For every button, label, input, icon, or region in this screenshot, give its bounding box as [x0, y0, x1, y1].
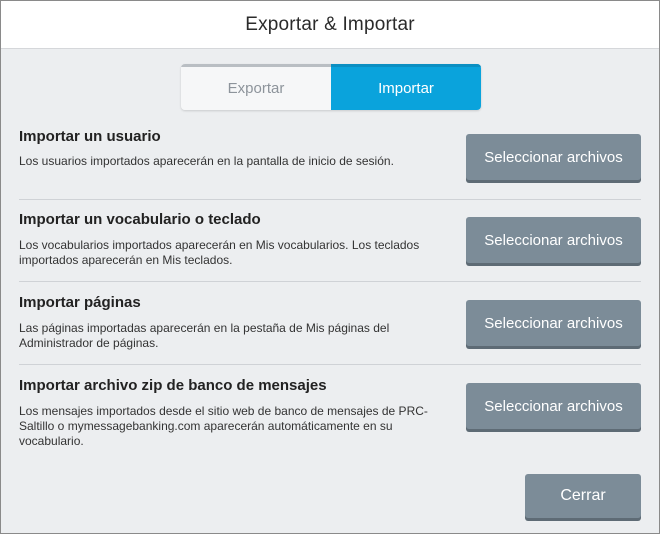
section-title: Importar un vocabulario o teclado [19, 211, 261, 228]
section-divider [19, 364, 641, 365]
section-divider [19, 281, 641, 282]
section-description: Los vocabularios importados aparecerán e… [19, 238, 420, 267]
section-description: Los mensajes importados desde el sitio w… [19, 404, 428, 448]
tab-exportar[interactable]: Exportar [181, 64, 331, 110]
close-button[interactable]: Cerrar [525, 474, 641, 518]
select-files-message-bank-button[interactable]: Seleccionar archivos [466, 383, 641, 429]
section-import-vocabulary: Importar un vocabulario o teclado Los vo… [19, 211, 641, 273]
section-description: Los usuarios importados aparecerán en la… [19, 154, 394, 168]
section-title: Importar páginas [19, 294, 141, 311]
tab-importar[interactable]: Importar [331, 64, 481, 110]
section-description: Las páginas importadas aparecerán en la … [19, 321, 390, 350]
section-divider [19, 199, 641, 200]
select-files-vocabulary-button[interactable]: Seleccionar archivos [466, 217, 641, 263]
dialog-title: Exportar & Importar [245, 13, 415, 35]
select-files-user-button[interactable]: Seleccionar archivos [466, 134, 641, 180]
section-import-user: Importar un usuario Los usuarios importa… [19, 128, 641, 188]
select-files-pages-button[interactable]: Seleccionar archivos [466, 300, 641, 346]
section-title: Importar un usuario [19, 128, 161, 145]
section-title: Importar archivo zip de banco de mensaje… [19, 377, 327, 394]
section-import-message-bank: Importar archivo zip de banco de mensaje… [19, 377, 641, 457]
export-import-dialog: Exportar & Importar Exportar Importar Im… [0, 0, 660, 534]
dialog-header: Exportar & Importar [1, 1, 659, 49]
tab-bar: Exportar Importar [181, 64, 481, 110]
section-import-pages: Importar páginas Las páginas importadas … [19, 294, 641, 356]
